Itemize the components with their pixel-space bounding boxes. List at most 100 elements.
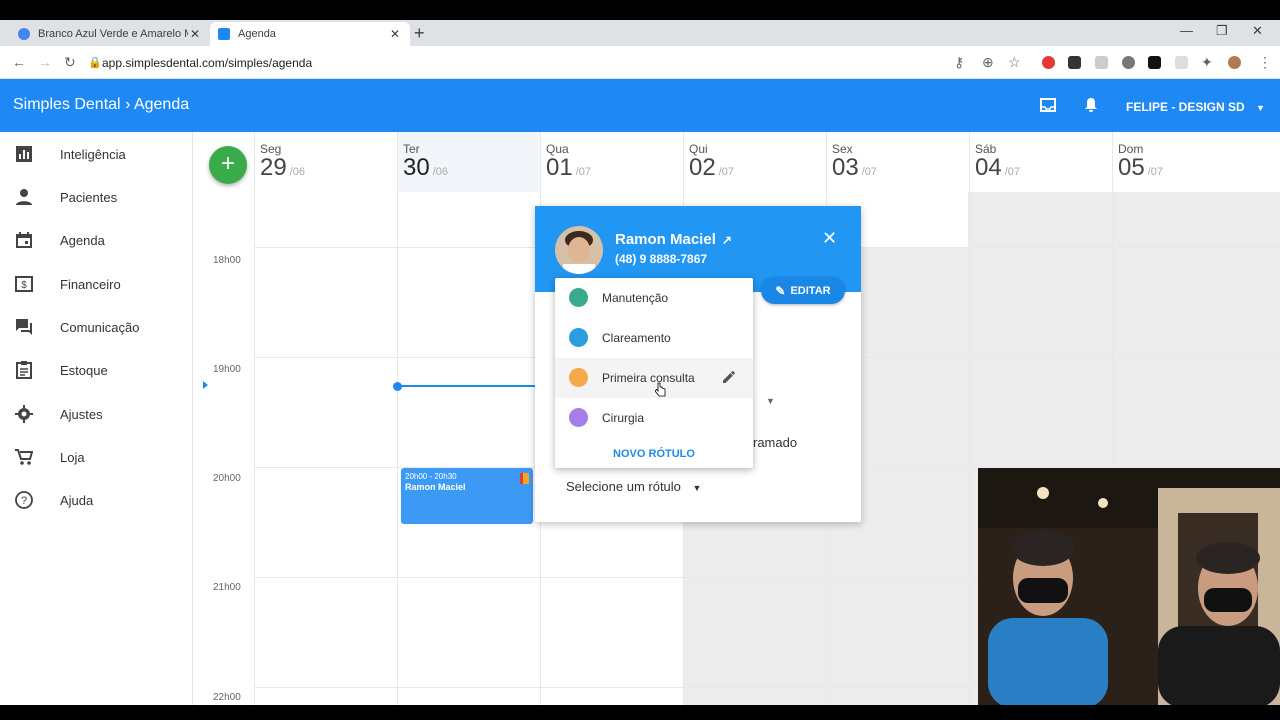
- new-tab-icon[interactable]: +: [414, 23, 425, 44]
- new-label-button[interactable]: NOVO RÓTULO: [555, 448, 753, 460]
- label-option-manutencao[interactable]: Manutenção: [555, 278, 753, 318]
- forward-icon[interactable]: →: [38, 54, 52, 70]
- edit-pencil-icon[interactable]: [721, 369, 737, 385]
- webcam-overlay: [978, 468, 1280, 705]
- sidebar-item-agenda[interactable]: Agenda: [0, 222, 192, 258]
- extension-icon[interactable]: [1042, 56, 1055, 69]
- url-text[interactable]: app.simplesdental.com/simples/agenda: [102, 56, 312, 70]
- status-text: ramado: [753, 435, 798, 450]
- user-menu[interactable]: FELIPE - DESIGN SD ▼: [1126, 100, 1265, 114]
- canva-favicon-icon: [18, 28, 30, 40]
- appointment-time: 20h00 - 20h30: [405, 472, 457, 481]
- day-number: 30/06: [403, 154, 448, 181]
- extension-icon[interactable]: [1122, 56, 1135, 69]
- sidebar: Inteligência Pacientes Agenda $ Financei…: [0, 132, 193, 720]
- appointment-card[interactable]: 20h00 - 20h30 Ramon Maciel: [401, 468, 533, 524]
- grid-line: [397, 132, 398, 705]
- label-color-dot: [569, 368, 588, 387]
- back-icon[interactable]: ←: [12, 54, 26, 70]
- menu-dots-icon[interactable]: ⋮: [1258, 54, 1272, 71]
- label-option-clareamento[interactable]: Clareamento: [555, 318, 753, 358]
- day-header[interactable]: Dom 05/07: [1112, 132, 1255, 192]
- chevron-down-icon: ▼: [692, 483, 702, 493]
- label-color-dot: [569, 408, 588, 427]
- label-option-text: Cirurgia: [602, 411, 645, 425]
- chevron-down-icon: ▼: [1256, 103, 1265, 113]
- extension-icon[interactable]: [1148, 56, 1161, 69]
- day-header[interactable]: Qui 02/07: [683, 132, 826, 192]
- day-header[interactable]: Seg 29/06: [254, 132, 397, 192]
- patient-phone: (48) 9 8888-7867: [615, 252, 708, 266]
- key-icon[interactable]: ⚷: [954, 54, 964, 71]
- svg-text:$: $: [21, 280, 27, 291]
- sidebar-item-ajuda[interactable]: ? Ajuda: [0, 482, 192, 518]
- chat-icon: [16, 319, 32, 335]
- extension-icon[interactable]: [1068, 56, 1081, 69]
- sidebar-item-label: Pacientes: [60, 189, 118, 205]
- day-number: 03/07: [832, 154, 877, 181]
- hand-cursor-icon: [655, 382, 666, 397]
- close-window-icon[interactable]: ✕: [1252, 23, 1263, 39]
- tab-title: Branco Azul Verde e Amarelo M...: [38, 28, 188, 40]
- label-select-value: Selecione um rótulo: [566, 479, 681, 494]
- tooth-favicon-icon: [218, 28, 230, 40]
- add-appointment-button[interactable]: +: [209, 146, 247, 184]
- restore-icon[interactable]: ❐: [1216, 23, 1228, 39]
- pencil-icon: ✎: [775, 283, 786, 298]
- reload-icon[interactable]: ↻: [64, 54, 76, 71]
- profile-avatar[interactable]: [1228, 56, 1241, 69]
- close-tab-icon[interactable]: ✕: [388, 27, 402, 41]
- brand-name[interactable]: Simples Dental: [13, 96, 121, 113]
- label-option-text: Clareamento: [602, 331, 671, 345]
- section-title: Agenda: [133, 96, 190, 113]
- sidebar-item-label: Loja: [60, 449, 85, 465]
- sidebar-item-label: Agenda: [60, 232, 105, 248]
- dollar-icon: $: [15, 276, 33, 292]
- close-icon[interactable]: ✕: [822, 228, 837, 249]
- cart-icon: [15, 449, 33, 465]
- browser-tab-1[interactable]: Branco Azul Verde e Amarelo M... ✕: [10, 22, 210, 46]
- zoom-icon[interactable]: ⊕: [982, 54, 994, 71]
- sidebar-item-inteligencia[interactable]: Inteligência: [0, 136, 192, 172]
- sidebar-item-financeiro[interactable]: $ Financeiro: [0, 266, 192, 302]
- sidebar-item-comunicacao[interactable]: Comunicação: [0, 309, 192, 345]
- day-header[interactable]: Qua 01/07: [540, 132, 683, 192]
- sidebar-item-loja[interactable]: Loja: [0, 439, 192, 475]
- day-number: 04/07: [975, 154, 1020, 181]
- sidebar-item-estoque[interactable]: Estoque: [0, 352, 192, 388]
- minimize-icon[interactable]: —: [1180, 23, 1193, 38]
- puzzle-icon[interactable]: ✦: [1201, 54, 1213, 71]
- bell-icon[interactable]: [1083, 97, 1099, 113]
- sidebar-item-ajustes[interactable]: Ajustes: [0, 396, 192, 432]
- edit-button[interactable]: ✎ EDITAR: [761, 277, 845, 304]
- star-icon[interactable]: ☆: [1008, 54, 1021, 71]
- label-option-primeira-consulta[interactable]: Primeira consulta: [555, 358, 753, 398]
- day-header[interactable]: Sex 03/07: [826, 132, 969, 192]
- label-option-cirurgia[interactable]: Cirurgia: [555, 398, 753, 438]
- sidebar-item-pacientes[interactable]: Pacientes: [0, 179, 192, 215]
- browser-tab-2[interactable]: Agenda ✕: [210, 22, 410, 46]
- bottom-bar: [0, 705, 1280, 720]
- chevron-down-icon[interactable]: ▼: [766, 396, 775, 406]
- day-header[interactable]: Sáb 04/07: [969, 132, 1112, 192]
- edit-label: EDITAR: [790, 284, 831, 297]
- inbox-icon[interactable]: [1040, 97, 1056, 113]
- label-select[interactable]: Selecione um rótulo ▼: [566, 479, 701, 494]
- bar-chart-icon: [16, 146, 32, 162]
- svg-text:?: ?: [21, 495, 27, 507]
- close-tab-icon[interactable]: ✕: [188, 27, 202, 41]
- app-header: Simples Dental › Agenda FELIPE - DESIGN …: [0, 79, 1280, 132]
- day-number: 01/07: [546, 154, 591, 181]
- clipboard-icon: [16, 361, 32, 379]
- day-header[interactable]: Ter 30/06: [397, 132, 540, 192]
- extension-icon[interactable]: [1175, 56, 1188, 69]
- top-bar: [0, 0, 1280, 20]
- external-link-icon[interactable]: ↗: [722, 233, 732, 247]
- current-time-line: [397, 385, 540, 387]
- label-option-text: Primeira consulta: [602, 371, 695, 385]
- breadcrumb: Simples Dental › Agenda: [13, 96, 189, 114]
- label-color-dot: [569, 288, 588, 307]
- patient-name[interactable]: Ramon Maciel ↗: [615, 231, 732, 248]
- sidebar-item-label: Financeiro: [60, 276, 121, 292]
- extension-icon[interactable]: [1095, 56, 1108, 69]
